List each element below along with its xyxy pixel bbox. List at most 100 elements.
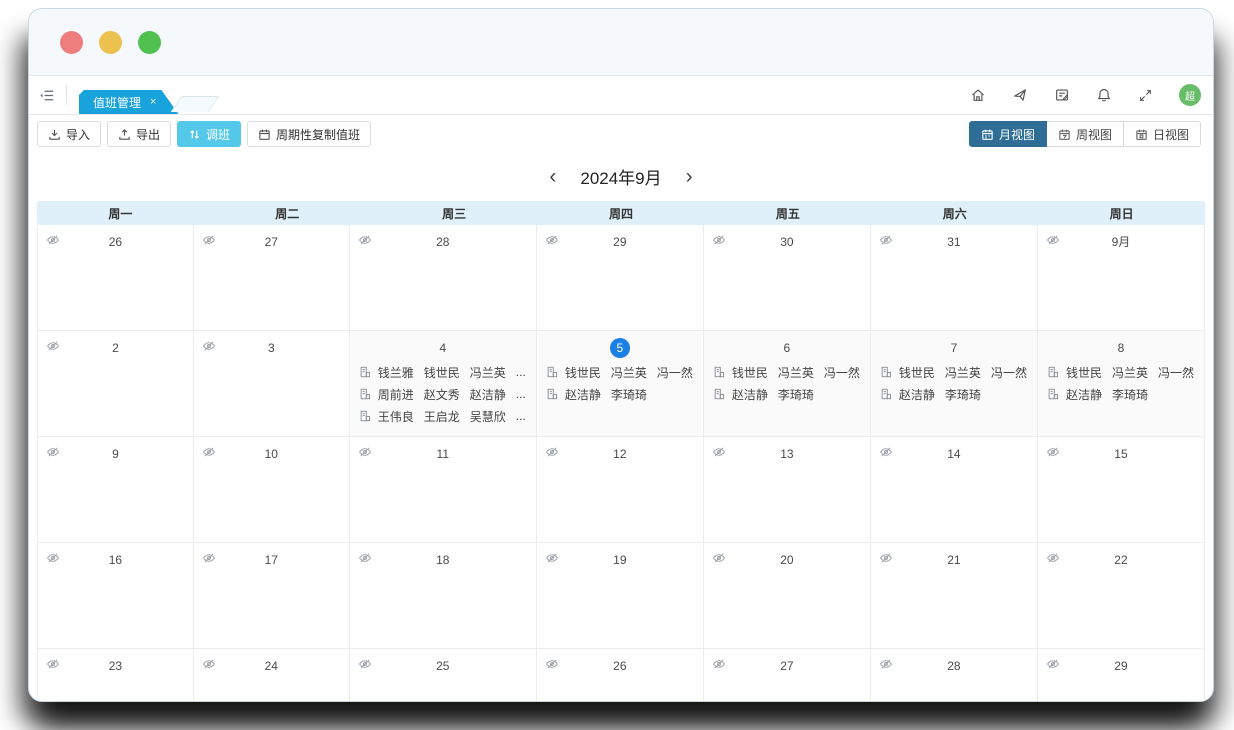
- eye-invisible-icon[interactable]: [46, 339, 60, 353]
- calendar-day-cell[interactable]: 6钱世民冯兰英冯一然赵洁静李琦琦: [704, 331, 871, 437]
- duty-entry[interactable]: 钱世民冯兰英冯一然: [713, 361, 870, 383]
- eye-invisible-icon[interactable]: [358, 657, 372, 671]
- eye-invisible-icon[interactable]: [1046, 551, 1060, 565]
- eye-invisible-icon[interactable]: [202, 233, 216, 247]
- eye-invisible-icon[interactable]: [712, 233, 726, 247]
- calendar-day-cell[interactable]: 28: [350, 225, 537, 331]
- calendar-day-cell[interactable]: 5钱世民冯兰英冯一然赵洁静李琦琦: [537, 331, 704, 437]
- day-number: 21: [871, 550, 1037, 570]
- eye-invisible-icon[interactable]: [712, 657, 726, 671]
- calendar-day-cell[interactable]: 10: [194, 437, 350, 543]
- calendar-day-cell[interactable]: 27: [704, 649, 871, 702]
- user-avatar[interactable]: 超: [1179, 84, 1201, 106]
- eye-invisible-icon[interactable]: [1046, 233, 1060, 247]
- eye-invisible-icon[interactable]: [1046, 445, 1060, 459]
- eye-invisible-icon[interactable]: [46, 657, 60, 671]
- eye-invisible-icon[interactable]: [879, 657, 893, 671]
- tab-close-icon[interactable]: ×: [150, 96, 156, 108]
- import-button[interactable]: 导入: [37, 121, 101, 147]
- expand-icon[interactable]: [1138, 88, 1153, 103]
- window-minimize-button[interactable]: [99, 31, 122, 54]
- month-view-button[interactable]: 月视图: [969, 121, 1047, 147]
- calendar-day-cell[interactable]: 28: [871, 649, 1038, 702]
- bell-icon[interactable]: [1096, 87, 1112, 103]
- week-view-button[interactable]: 周视图: [1046, 121, 1124, 147]
- eye-invisible-icon[interactable]: [46, 551, 60, 565]
- audit-icon[interactable]: [1054, 87, 1070, 103]
- calendar-day-cell[interactable]: 13: [704, 437, 871, 543]
- calendar-day-cell[interactable]: 23: [38, 649, 194, 702]
- periodic-copy-button[interactable]: 周期性复制值班: [247, 121, 371, 147]
- calendar-day-cell[interactable]: 12: [537, 437, 704, 543]
- duty-entry[interactable]: 王伟良王启龙吴慧欣...: [359, 405, 536, 427]
- calendar-day-cell[interactable]: 2: [38, 331, 194, 437]
- duty-entry[interactable]: 赵洁静李琦琦: [546, 383, 703, 405]
- calendar-day-cell[interactable]: 19: [537, 543, 704, 649]
- eye-invisible-icon[interactable]: [358, 233, 372, 247]
- home-icon[interactable]: [970, 87, 986, 103]
- calendar-day-cell[interactable]: 16: [38, 543, 194, 649]
- calendar-day-cell[interactable]: 7钱世民冯兰英冯一然赵洁静李琦琦: [871, 331, 1038, 437]
- calendar-day-cell[interactable]: 21: [871, 543, 1038, 649]
- day-view-button[interactable]: 日视图: [1123, 121, 1201, 147]
- duty-entry[interactable]: 赵洁静李琦琦: [880, 383, 1037, 405]
- eye-invisible-icon[interactable]: [358, 551, 372, 565]
- calendar-day-cell[interactable]: 22: [1038, 543, 1205, 649]
- calendar-day-cell[interactable]: 4钱兰雅钱世民冯兰英...周前进赵文秀赵洁静...王伟良王启龙吴慧欣...: [350, 331, 537, 437]
- eye-invisible-icon[interactable]: [879, 551, 893, 565]
- eye-invisible-icon[interactable]: [545, 233, 559, 247]
- duty-entry[interactable]: 赵洁静李琦琦: [713, 383, 870, 405]
- eye-invisible-icon[interactable]: [46, 233, 60, 247]
- duty-entry[interactable]: 钱世民冯兰英冯一然: [546, 361, 703, 383]
- eye-invisible-icon[interactable]: [879, 445, 893, 459]
- duty-entry[interactable]: 钱世民冯兰英冯一然: [1047, 361, 1204, 383]
- window-close-button[interactable]: [60, 31, 83, 54]
- calendar-day-cell[interactable]: 29: [537, 225, 704, 331]
- eye-invisible-icon[interactable]: [202, 339, 216, 353]
- tab-duty-management[interactable]: 值班管理 ×: [79, 90, 178, 114]
- calendar-day-cell[interactable]: 27: [194, 225, 350, 331]
- duty-entry[interactable]: 钱兰雅钱世民冯兰英...: [359, 361, 536, 383]
- eye-invisible-icon[interactable]: [202, 657, 216, 671]
- export-button[interactable]: 导出: [107, 121, 171, 147]
- calendar-day-cell[interactable]: 9: [38, 437, 194, 543]
- eye-invisible-icon[interactable]: [712, 551, 726, 565]
- duty-person-name: 钱世民: [899, 364, 935, 381]
- duty-entry[interactable]: 钱世民冯兰英冯一然: [880, 361, 1037, 383]
- send-icon[interactable]: [1012, 87, 1028, 103]
- eye-invisible-icon[interactable]: [1046, 657, 1060, 671]
- eye-invisible-icon[interactable]: [879, 233, 893, 247]
- calendar-day-cell[interactable]: 14: [871, 437, 1038, 543]
- calendar-day-cell[interactable]: 17: [194, 543, 350, 649]
- eye-invisible-icon[interactable]: [712, 445, 726, 459]
- calendar-day-cell[interactable]: 9月: [1038, 225, 1205, 331]
- calendar-day-cell[interactable]: 15: [1038, 437, 1205, 543]
- calendar-day-cell[interactable]: 30: [704, 225, 871, 331]
- eye-invisible-icon[interactable]: [545, 551, 559, 565]
- duty-entry[interactable]: 赵洁静李琦琦: [1047, 383, 1204, 405]
- calendar-day-cell[interactable]: 25: [350, 649, 537, 702]
- calendar-day-cell[interactable]: 18: [350, 543, 537, 649]
- eye-invisible-icon[interactable]: [202, 445, 216, 459]
- calendar-day-cell[interactable]: 11: [350, 437, 537, 543]
- duty-entry[interactable]: 周前进赵文秀赵洁静...: [359, 383, 536, 405]
- calendar-day-cell[interactable]: 3: [194, 331, 350, 437]
- calendar-day-cell[interactable]: 26: [38, 225, 194, 331]
- calendar-day-cell[interactable]: 31: [871, 225, 1038, 331]
- calendar-day-cell[interactable]: 20: [704, 543, 871, 649]
- calendar-day-cell[interactable]: 8钱世民冯兰英冯一然赵洁静李琦琦: [1038, 331, 1205, 437]
- eye-invisible-icon[interactable]: [545, 657, 559, 671]
- calendar-day-cell[interactable]: 24: [194, 649, 350, 702]
- prev-month-button[interactable]: ‹: [547, 166, 558, 187]
- eye-invisible-icon[interactable]: [545, 445, 559, 459]
- shift-adjust-button[interactable]: 调班: [177, 121, 241, 147]
- duty-person-name: 吴慧欣: [470, 408, 506, 425]
- next-month-button[interactable]: ›: [684, 166, 695, 187]
- eye-invisible-icon[interactable]: [202, 551, 216, 565]
- eye-invisible-icon[interactable]: [46, 445, 60, 459]
- eye-invisible-icon[interactable]: [358, 445, 372, 459]
- window-zoom-button[interactable]: [138, 31, 161, 54]
- calendar-day-cell[interactable]: 26: [537, 649, 704, 702]
- calendar-day-cell[interactable]: 29: [1038, 649, 1205, 702]
- menu-fold-icon[interactable]: [39, 87, 56, 104]
